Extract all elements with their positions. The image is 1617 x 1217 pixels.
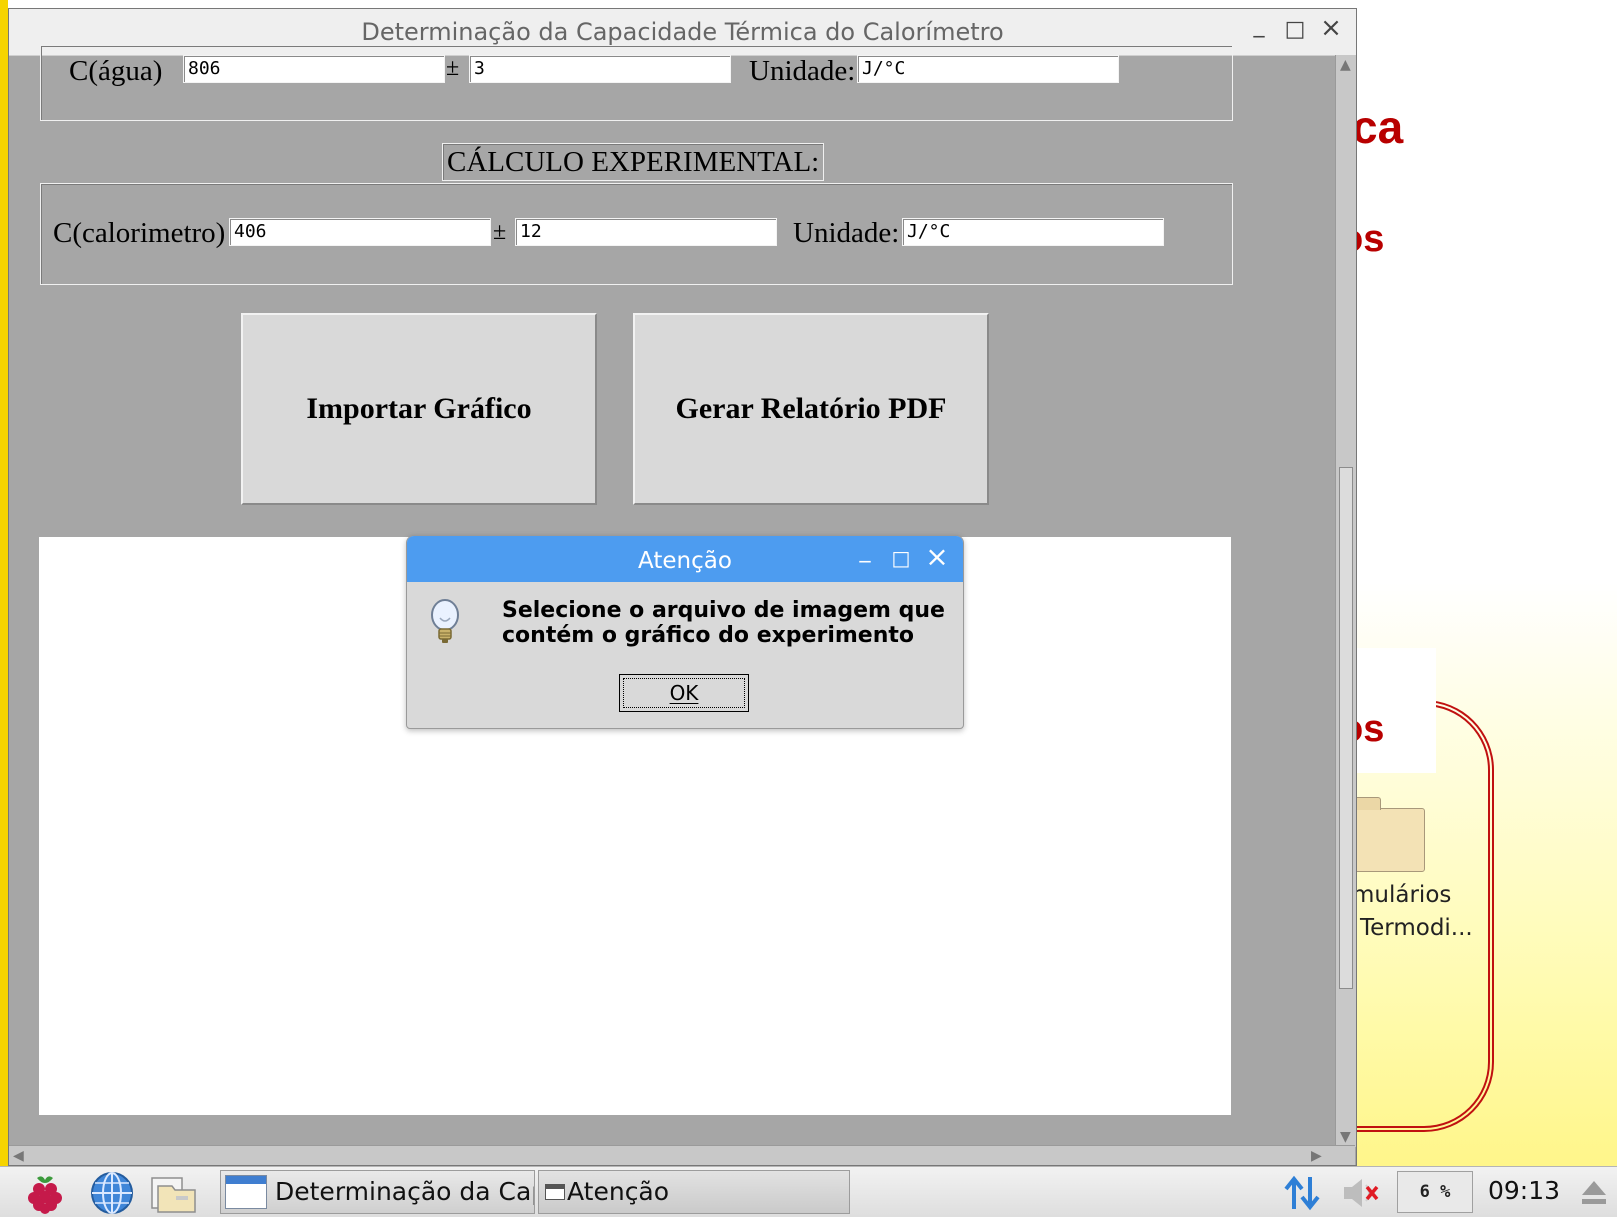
folder-label[interactable]: Termodi...: [1360, 915, 1473, 941]
taskbar-item-main-window[interactable]: Determinação da Cap...: [220, 1170, 535, 1214]
clock[interactable]: 09:13: [1488, 1176, 1560, 1205]
taskbar-item-dialog[interactable]: Atenção: [538, 1170, 850, 1214]
water-value-field[interactable]: 806: [183, 55, 445, 83]
folder-icon[interactable]: [1345, 797, 1425, 872]
water-uncertainty-field[interactable]: 3: [469, 55, 731, 83]
desktop-edge: [0, 0, 8, 1166]
network-transfer-icon[interactable]: [1282, 1173, 1322, 1213]
water-unit-label: Unidade:: [749, 55, 856, 87]
web-browser-globe-icon[interactable]: [88, 1171, 136, 1215]
app-window-icon-bar: [226, 1176, 266, 1184]
scroll-right-arrow-icon[interactable]: ▶: [1311, 1148, 1322, 1164]
experimental-section-title-text: CÁLCULO EXPERIMENTAL:: [447, 146, 820, 178]
calorimeter-unit-field[interactable]: J/°C: [902, 218, 1164, 246]
water-label: C(água): [69, 55, 163, 87]
calorimeter-value-field[interactable]: 406: [229, 218, 491, 246]
cpu-usage-monitor[interactable]: 6 %: [1397, 1171, 1473, 1213]
dialog-window-icon: [545, 1184, 565, 1200]
ok-button-label: OK: [669, 681, 699, 705]
app-window-icon: [225, 1175, 267, 1209]
vertical-scrollbar[interactable]: ▲ ▼: [1335, 55, 1356, 1147]
raspberry-menu-icon[interactable]: [22, 1172, 68, 1214]
volume-muted-icon[interactable]: [1340, 1175, 1384, 1211]
desktop-bg-text: ca: [1352, 101, 1404, 153]
maximize-button[interactable]: □: [1283, 17, 1307, 42]
taskbar: Determinação da Cap... Atenção 6 % 09:13: [0, 1166, 1617, 1217]
scroll-up-arrow-icon[interactable]: ▲: [1340, 57, 1351, 73]
experimental-section-title: CÁLCULO EXPERIMENTAL:: [442, 143, 825, 181]
vertical-scrollbar-thumb[interactable]: [1339, 467, 1353, 989]
dialog-maximize-button[interactable]: □: [889, 546, 913, 570]
close-button[interactable]: ×: [1319, 13, 1343, 43]
dialog-message: Selecione o arquivo de imagem que contém…: [502, 598, 945, 648]
ok-button[interactable]: OK: [619, 674, 749, 712]
calorimeter-label: C(calorimetro): [53, 217, 226, 249]
lightbulb-icon: [431, 599, 459, 643]
window-title: Determinação da Capacidade Térmica do Ca…: [361, 18, 1004, 46]
taskbar-item-label: Determinação da Cap...: [275, 1177, 534, 1206]
dialog-window-icon-bar: [546, 1185, 564, 1189]
eject-icon[interactable]: [1578, 1177, 1610, 1207]
scroll-left-arrow-icon[interactable]: ◀: [13, 1148, 24, 1164]
calorimeter-uncertainty-field[interactable]: 12: [515, 218, 777, 246]
water-unit-field[interactable]: J/°C: [857, 55, 1119, 83]
dialog-title: Atenção: [638, 548, 732, 574]
folder-label[interactable]: mulários: [1352, 882, 1451, 908]
file-manager-folder-icon[interactable]: [148, 1172, 200, 1214]
import-graph-button[interactable]: Importar Gráfico: [241, 313, 597, 505]
calorimeter-unit-label: Unidade:: [793, 217, 900, 249]
dialog-minimize-button[interactable]: _: [853, 538, 877, 563]
generate-pdf-button-label: Gerar Relatório PDF: [675, 392, 947, 425]
import-graph-button-label: Importar Gráfico: [306, 392, 532, 425]
generate-pdf-button[interactable]: Gerar Relatório PDF: [633, 313, 989, 505]
dialog-close-button[interactable]: ×: [925, 540, 949, 573]
attention-dialog: Atenção _ □ × Selecione o arquivo de ima…: [406, 535, 964, 729]
dialog-titlebar[interactable]: Atenção _ □ ×: [407, 536, 963, 582]
calorimeter-pm-label: ±: [493, 219, 507, 245]
scroll-down-arrow-icon[interactable]: ▼: [1340, 1129, 1351, 1145]
taskbar-item-label: Atenção: [567, 1177, 670, 1206]
horizontal-scrollbar[interactable]: ◀ ▶: [9, 1145, 1355, 1165]
minimize-button[interactable]: _: [1247, 13, 1271, 38]
water-pm-label: ±: [446, 55, 460, 81]
